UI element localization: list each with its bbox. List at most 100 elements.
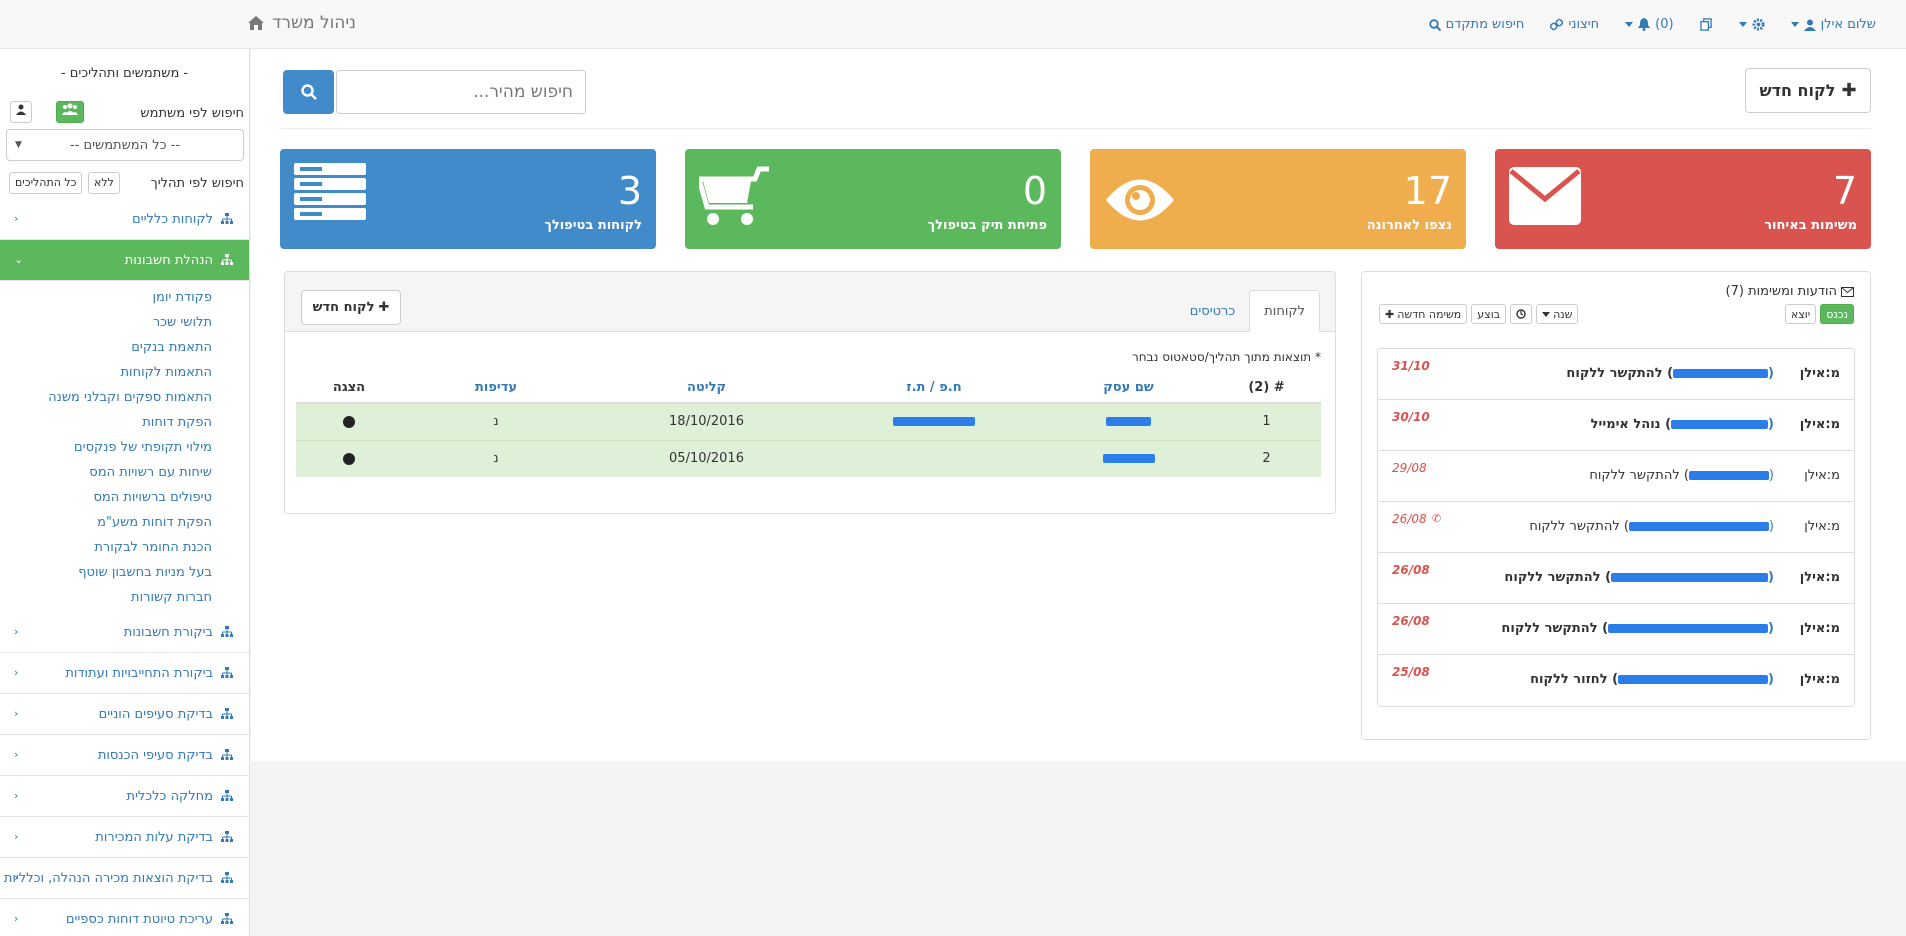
sidebar-subitem[interactable]: תלושי שכר <box>0 310 249 335</box>
message-subject: () להתקשר ללקוח <box>1529 519 1774 534</box>
col-priority[interactable]: עדיפות <box>402 372 590 404</box>
sidebar-subitem[interactable]: בעל מניות בחשבון שוטף <box>0 560 249 585</box>
stat-label: לקוחות בטיפולך <box>544 218 642 233</box>
sidebar-item[interactable]: עריכת טיוטת דוחות כספיים ‹ <box>0 899 249 936</box>
message-item[interactable]: מ:אילן () להתקשר ללקוח 31/10 <box>1378 349 1854 400</box>
advanced-search-label: חיפוש מתקדם <box>1445 17 1525 32</box>
process-all-button[interactable]: כל התהליכים <box>9 172 83 194</box>
new-client-button[interactable]: ✚ לקוח חדש <box>1745 68 1871 113</box>
external-links[interactable]: חיצוני <box>1550 17 1599 32</box>
bell-icon <box>1638 18 1651 31</box>
sidebar-subitem[interactable]: פקודת יומן <box>0 285 249 310</box>
cell-view[interactable] <box>296 439 402 477</box>
advanced-search-link[interactable]: חיפוש מתקדם <box>1428 17 1525 32</box>
redacted-client <box>1628 522 1769 531</box>
done-button[interactable]: בוצע <box>1471 304 1507 324</box>
cell-num: 2 <box>1212 439 1321 477</box>
single-user-button[interactable] <box>10 101 32 123</box>
sitemap-icon <box>221 708 233 719</box>
cell-business-name[interactable] <box>1045 402 1212 440</box>
col-intake[interactable]: קליטה <box>590 372 823 404</box>
cell-view[interactable] <box>296 402 402 440</box>
client-link[interactable]: ( <box>1671 417 1774 432</box>
col-business-name[interactable]: שם עסק <box>1045 372 1212 404</box>
cell-business-name[interactable] <box>1045 439 1212 477</box>
sidebar-item[interactable]: בדיקת סעיפים הוניים ‹ <box>0 694 249 735</box>
tab-cards[interactable]: כרטיסים <box>1176 290 1250 332</box>
notifications-menu[interactable]: (0) <box>1625 17 1674 32</box>
client-link[interactable]: ( <box>1608 621 1774 636</box>
year-dropdown[interactable]: שנה <box>1536 304 1579 324</box>
sidebar-item[interactable]: ביקורת התחייבויות ועתודות ‹ <box>0 653 249 694</box>
search-button[interactable] <box>283 70 334 114</box>
sidebar-item[interactable]: בדיקת עלות המכירות ‹ <box>0 817 249 858</box>
results-note: * תוצאות מתוך תהליך/סטאטוס נבחר <box>1132 350 1321 364</box>
sidebar-subitem[interactable]: התאמות לקוחות <box>0 360 249 385</box>
message-from: מ:אילן <box>1799 672 1840 687</box>
users-group-button[interactable] <box>56 101 84 123</box>
message-text: ) להתקשר ללקוח <box>1589 468 1689 483</box>
outbox-button[interactable]: יוצא <box>1784 304 1817 324</box>
settings-menu[interactable] <box>1738 18 1765 31</box>
search-input[interactable]: חיפוש מהיר... <box>336 70 586 114</box>
sidebar-subitem[interactable]: הפקת דוחות <box>0 410 249 435</box>
sidebar-item[interactable]: הנהלת חשבונות ⌄ <box>0 240 249 281</box>
sidebar-subitem[interactable]: מילוי תקופתי של פנקסים <box>0 435 249 460</box>
sidebar-subitem[interactable]: התאמת בנקים <box>0 335 249 360</box>
sidebar-subitem[interactable]: התאמות ספקים וקבלני משנה <box>0 385 249 410</box>
table-row[interactable]: 1 18/10/2016 נ <box>296 402 1321 440</box>
client-link[interactable]: ( <box>1611 570 1774 585</box>
sidebar-item[interactable]: לקוחות כלליים ‹ <box>0 199 249 240</box>
new-client-button-panel[interactable]: ✚ לקוח חדש <box>301 290 401 325</box>
stat-recently-viewed[interactable]: 17 נצפו לאחרונה <box>1090 149 1466 249</box>
copy-menu[interactable] <box>1699 18 1713 31</box>
client-link[interactable]: ( <box>1673 366 1774 381</box>
process-none-button[interactable]: ללא <box>88 172 120 194</box>
stat-my-clients[interactable]: 3 לקוחות בטיפולך <box>280 149 656 249</box>
notifications-count: (0) <box>1655 17 1674 32</box>
sidebar-subitem[interactable]: שיחות עם רשויות המס <box>0 460 249 485</box>
message-text: ) להתקשר ללקוח <box>1501 621 1609 636</box>
sidebar-subitem[interactable]: טיפולים ברשויות המס <box>0 485 249 510</box>
brand[interactable]: ניהול משרד <box>248 13 356 33</box>
sidebar-item[interactable]: ביקורת חשבונות ‹ <box>0 612 249 653</box>
sidebar-subitem[interactable]: הכנת החומר לבקורת <box>0 535 249 560</box>
message-item[interactable]: מ:אילן () להתקשר ללקוח 26/08 <box>1378 604 1854 655</box>
message-item[interactable]: מ:אילן () להתקשר ללקוח ✆ 26/08 <box>1378 502 1854 553</box>
tab-clients[interactable]: לקוחות <box>1249 290 1320 332</box>
view-dot-icon[interactable] <box>343 452 355 465</box>
new-task-button[interactable]: ✚ משימה חדשה <box>1379 304 1468 324</box>
user-menu[interactable]: שלום אילן <box>1790 17 1876 32</box>
client-link[interactable]: ( <box>1628 519 1774 534</box>
col-view: הצגה <box>296 372 402 404</box>
users-select[interactable]: -- כל המשתמשים -- ▼ <box>6 129 244 161</box>
external-label: חיצוני <box>1568 17 1600 32</box>
main-content: ✚ לקוח חדש חיפוש מהיר... 7 משימות באיחור… <box>251 49 1906 761</box>
stat-overdue-tasks[interactable]: 7 משימות באיחור <box>1495 149 1871 249</box>
col-id[interactable]: ח.פ / ת.ז <box>823 372 1045 404</box>
view-dot-icon[interactable] <box>343 415 355 428</box>
message-item[interactable]: מ:אילן () לחזור ללקוח 25/08 <box>1378 655 1854 706</box>
table-header: # (2) שם עסק ח.פ / ת.ז קליטה עדיפות הצגה <box>296 372 1321 404</box>
message-from: מ:אילן <box>1799 417 1840 432</box>
col-num[interactable]: # (2) <box>1212 372 1321 404</box>
stat-open-file[interactable]: 0 פתיחת תיק בטיפולך <box>685 149 1061 249</box>
sidebar-subitem[interactable]: חברות קשורות <box>0 585 249 610</box>
sidebar-item[interactable]: בדיקת הוצאות מכירה הנהלה, וכלליות ‹ <box>0 858 249 899</box>
message-item[interactable]: מ:אילן () נוהל אימייל 30/10 <box>1378 400 1854 451</box>
client-link[interactable]: ( <box>1618 672 1774 687</box>
sidebar-item[interactable]: מחלקה כלכלית ‹ <box>0 776 249 817</box>
table-row[interactable]: 2 05/10/2016 נ <box>296 439 1321 477</box>
sidebar-item-label: בדיקת הוצאות מכירה הנהלה, וכלליות <box>3 870 213 886</box>
clock-button[interactable] <box>1510 304 1533 324</box>
message-subject: () להתקשר ללקוח <box>1566 366 1774 381</box>
stat-number: 3 <box>617 169 642 213</box>
client-link[interactable]: ( <box>1688 468 1774 483</box>
message-item[interactable]: מ:אילן () להתקשר ללקוח 29/08 <box>1378 451 1854 502</box>
message-item[interactable]: מ:אילן () להתקשר ללקוח 26/08 <box>1378 553 1854 604</box>
inbox-button[interactable]: נכנס <box>1820 304 1854 324</box>
sidebar-title: - משתמשים ותהליכים - <box>60 66 189 81</box>
sidebar-item[interactable]: בדיקת סעיפי הכנסות ‹ <box>0 735 249 776</box>
sidebar-subitem[interactable]: הפקת דוחות משע"מ <box>0 510 249 535</box>
sidebar-item-label: בדיקת סעיפים הוניים <box>98 706 213 722</box>
